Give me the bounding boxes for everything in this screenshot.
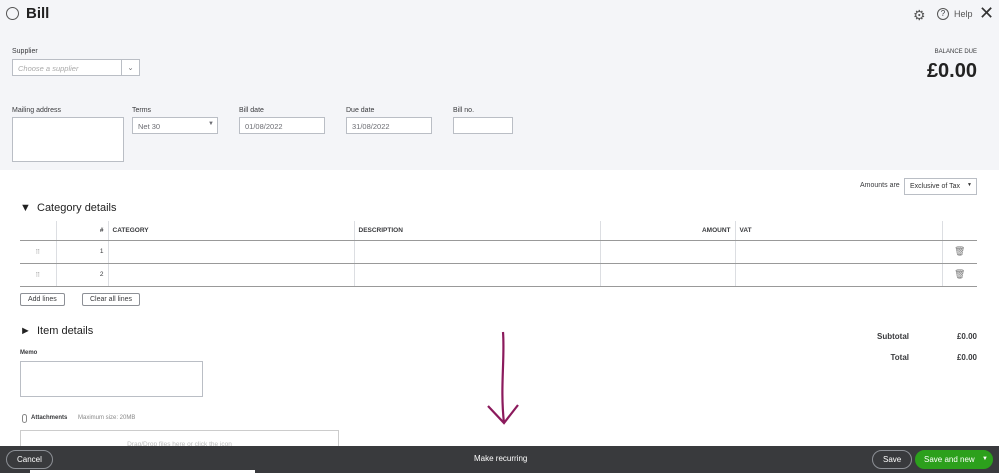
caret-down-icon[interactable]: ▼	[982, 456, 988, 462]
amounts-are-select[interactable]: Exclusive of Tax ▼	[904, 178, 977, 195]
subtotal-value: £0.00	[956, 332, 977, 341]
bill-date-field[interactable]: 01/08/2022	[239, 117, 325, 134]
mailing-address-field[interactable]	[12, 117, 124, 162]
balance-due: £0.00	[926, 60, 977, 82]
chevron-down-icon: ⌄	[121, 60, 139, 75]
supplier-placeholder: Choose a supplier	[18, 64, 79, 73]
table-row[interactable]: ⠿ 1 🗑	[20, 240, 977, 264]
memo-field[interactable]	[20, 361, 203, 397]
make-recurring-link[interactable]: Make recurring	[474, 454, 527, 463]
mailing-label: Mailing address	[12, 107, 62, 114]
total-value: £0.00	[956, 353, 977, 362]
col-number: #	[56, 221, 109, 241]
due-date-label: Due date	[346, 107, 375, 114]
col-amount: AMOUNT	[600, 221, 736, 241]
terms-label: Terms	[132, 107, 152, 114]
save-and-new-label: Save and new	[924, 455, 975, 464]
subtotal-label: Subtotal	[877, 332, 909, 341]
col-vat: VAT	[735, 221, 943, 241]
terms-value: Net 30	[138, 122, 161, 131]
category-details-toggle[interactable]: ▼ Category details	[20, 202, 117, 214]
col-description: DESCRIPTION	[354, 221, 601, 241]
cancel-button[interactable]: Cancel	[6, 450, 53, 469]
trash-icon[interactable]: 🗑	[942, 240, 977, 264]
add-lines-button[interactable]: Add lines	[20, 293, 65, 306]
due-date-field[interactable]: 31/08/2022	[346, 117, 432, 134]
footer-bar: Cancel Make recurring Save Save and new ▼	[0, 446, 999, 473]
history-icon[interactable]	[6, 7, 19, 20]
attachments-label: Attachments	[31, 415, 68, 421]
caret-down-icon: ▼	[967, 182, 972, 188]
page-title: Bill	[26, 5, 50, 22]
help-link[interactable]: Help	[954, 9, 973, 19]
trash-icon[interactable]: 🗑	[942, 263, 977, 287]
row-number: 1	[56, 240, 109, 264]
clear-all-lines-button[interactable]: Clear all lines	[82, 293, 141, 306]
supplier-label: Supplier	[12, 48, 38, 55]
item-details-toggle[interactable]: ► Item details	[20, 325, 93, 337]
attachments-max-size: Maximum size: 20MB	[78, 415, 136, 421]
total-label: Total	[890, 353, 909, 362]
supplier-select[interactable]: Choose a supplier ⌄	[12, 59, 140, 76]
drag-handle-icon[interactable]: ⠿	[20, 240, 57, 264]
caret-down-icon: ▼	[208, 121, 214, 127]
row-number: 2	[56, 263, 109, 287]
gear-icon[interactable]: ⚙	[913, 7, 926, 24]
help-icon[interactable]: ?	[937, 8, 949, 20]
category-table: # CATEGORY DESCRIPTION AMOUNT VAT ⠿ 1 🗑 ⠿ 2 🗑	[20, 221, 977, 287]
paperclip-icon	[22, 414, 27, 423]
terms-select[interactable]: Net 30 ▼	[132, 117, 218, 134]
bill-no-label: Bill no.	[453, 107, 475, 114]
item-details-title: Item details	[37, 325, 94, 337]
category-details-title: Category details	[37, 202, 117, 214]
drag-handle-icon[interactable]: ⠿	[20, 263, 57, 287]
col-category: CATEGORY	[108, 221, 355, 241]
amounts-value: Exclusive of Tax	[910, 183, 961, 190]
bill-date-label: Bill date	[239, 107, 264, 114]
close-icon[interactable]: ✕	[979, 3, 994, 24]
save-button[interactable]: Save	[872, 450, 913, 469]
bill-header-panel	[0, 0, 999, 170]
save-and-new-button[interactable]: Save and new ▼	[915, 450, 993, 469]
bill-no-field[interactable]	[453, 117, 513, 134]
table-row[interactable]: ⠿ 2 🗑	[20, 263, 977, 287]
balance-label: BALANCE DUE	[934, 49, 977, 55]
annotation-arrow	[487, 331, 519, 425]
memo-label: Memo	[20, 350, 38, 356]
amounts-are-label: Amounts are	[860, 182, 900, 189]
